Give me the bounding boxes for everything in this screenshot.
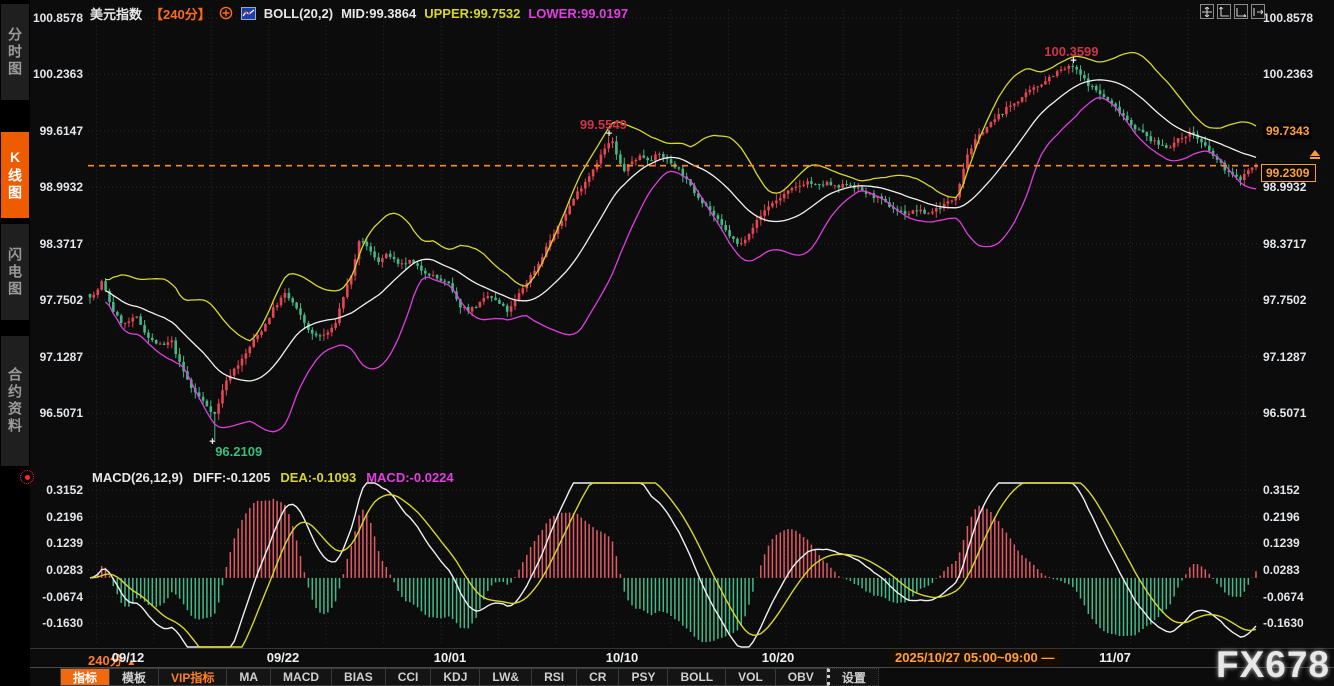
axis-tick-label: 100.2363 [1263, 67, 1318, 81]
x-axis-date-label: 10/20 [762, 650, 795, 665]
axis-tick-label: 0.2196 [28, 510, 83, 524]
toolbar-button[interactable]: 指标 [60, 668, 110, 686]
move-tool-icon[interactable] [1200, 4, 1214, 19]
crosshair-marker-icon: + [209, 436, 215, 448]
sidebar-tab-3[interactable]: 闪电图 [1, 224, 29, 320]
axis-tick-label: 0.1239 [1263, 536, 1318, 550]
macd-dea-value: DEA:-0.1093 [280, 470, 356, 485]
axis-tick-label: 97.7502 [28, 293, 83, 307]
indicator-toolbar: 指标模板VIP指标MAMACDBIASCCIKDJLW&RSICRPSYBOLL… [60, 668, 879, 686]
scale-x-axis-icon[interactable] [1234, 4, 1248, 19]
toolbar-button[interactable]: 模板 [110, 668, 159, 686]
toolbar-button[interactable]: RSI [532, 668, 577, 686]
reference-price-label: 99.7343 [1263, 123, 1312, 139]
axis-tick-label: 0.2196 [1263, 510, 1318, 524]
axis-tick-label: 97.1287 [28, 350, 83, 364]
scale-y-axis-icon[interactable] [1217, 4, 1231, 19]
hovered-time-label: 2025/10/27 05:00~09:00 — [889, 649, 1060, 666]
toolbar-button[interactable]: VOL [726, 668, 776, 686]
toolbar-button[interactable]: MA [227, 668, 271, 686]
axis-tick-label: 98.3717 [28, 237, 83, 251]
axis-tick-label: 0.3152 [28, 483, 83, 497]
axis-tick-label: -0.1630 [28, 616, 83, 630]
toolbar-button[interactable]: PSY [619, 668, 668, 686]
toolbar-button[interactable]: CR [577, 668, 619, 686]
boll-lower-value: LOWER:99.0197 [528, 6, 628, 21]
boll-mid-value: MID:99.3864 [341, 6, 416, 21]
toolbar-button[interactable]: LW& [480, 668, 532, 686]
window-control-icons [1200, 4, 1265, 19]
macd-header: MACD(26,12,9) DIFF:-0.1205 DEA:-0.1093 M… [92, 470, 454, 485]
sidebar-tab-2[interactable]: K线图 [1, 132, 29, 218]
axis-tick-label: 97.7502 [1263, 293, 1318, 307]
crosshair-marker-icon: + [1070, 55, 1076, 67]
toolbar-button[interactable]: CCI [386, 668, 432, 686]
price-extreme-annotation: 99.5549 [580, 117, 627, 132]
chart-type-sidebar: 分时图 K线图闪电图合约资料 [0, 0, 30, 686]
toolbar-button[interactable]: BOLL [668, 668, 726, 686]
mini-chart-icon[interactable] [241, 7, 256, 20]
axis-tick-label: 99.6147 [28, 124, 83, 138]
axis-tick-label: 0.0283 [28, 563, 83, 577]
axis-tick-label: 0.3152 [1263, 483, 1318, 497]
axis-tick-label: 97.1287 [1263, 350, 1318, 364]
sidebar-tab-4[interactable]: 合约资料 [1, 336, 29, 466]
toolbar-button[interactable]: MACD [271, 668, 332, 686]
boll-upper-value: UPPER:99.7532 [424, 6, 520, 21]
price-extreme-annotation: 96.2109 [215, 444, 262, 459]
axis-tick-label: 96.5071 [28, 406, 83, 420]
x-axis-date-label: 09/22 [267, 650, 300, 665]
toolbar-button[interactable]: 设置 [827, 668, 879, 686]
axis-tick-label: -0.0674 [28, 590, 83, 604]
last-price-label: 99.2309 [1261, 164, 1316, 182]
axis-tick-label: -0.0674 [1263, 590, 1318, 604]
exit-chart-icon[interactable] [1251, 4, 1265, 19]
axis-tick-label: 98.3717 [1263, 237, 1318, 251]
axis-tick-label: 98.9932 [28, 180, 83, 194]
toolbar-button[interactable]: OBV [776, 668, 827, 686]
toolbar-button[interactable]: VIP指标 [159, 668, 227, 686]
crosshair-marker-icon: + [606, 128, 612, 140]
axis-tick-label: 96.5071 [1263, 406, 1318, 420]
chart-canvas[interactable] [0, 0, 1334, 686]
toolbar-button[interactable]: KDJ [431, 668, 480, 686]
macd-diff-value: DIFF:-0.1205 [193, 470, 270, 485]
x-axis-date-label: 10/01 [434, 650, 467, 665]
axis-tick-label: 0.0283 [1263, 563, 1318, 577]
macd-macd-value: MACD:-0.0224 [366, 470, 453, 485]
toolbar-button[interactable]: BIAS [332, 668, 386, 686]
chart-application-window: 分时图 K线图闪电图合约资料 美元指数 【240分】 BOLL(20,2) MID… [0, 0, 1334, 686]
time-axis: 240分 ▲ 2025/10/27 05:00~09:00 — 09/1209/… [0, 649, 1334, 667]
axis-tick-label: 100.2363 [28, 67, 83, 81]
boll-indicator-label[interactable]: BOLL(20,2) [264, 6, 333, 21]
axis-tick-label: 100.8578 [28, 11, 83, 25]
chart-header: 美元指数 【240分】 BOLL(20,2) MID:99.3864 UPPER… [90, 4, 628, 22]
axis-tick-label: 100.8578 [1263, 11, 1318, 25]
axis-tick-label: 0.1239 [28, 536, 83, 550]
sidebar-tab-1[interactable]: 分时图 [1, 4, 29, 100]
price-alert-flag-icon[interactable] [1308, 150, 1322, 162]
add-overlay-icon[interactable] [219, 6, 233, 20]
x-axis-date-label: 11/07 [1099, 650, 1131, 665]
axis-tick-label: -0.1630 [1263, 616, 1318, 630]
period-tag: 【240分】 [150, 4, 211, 23]
macd-name-label[interactable]: MACD(26,12,9) [92, 470, 183, 485]
axis-tick-label: 98.9932 [1263, 180, 1318, 194]
x-axis-date-label: 10/10 [606, 650, 639, 665]
symbol-title: 美元指数 [90, 4, 142, 23]
indicator-settings-icon[interactable] [20, 470, 34, 484]
x-axis-date-label: 09/12 [112, 650, 145, 665]
